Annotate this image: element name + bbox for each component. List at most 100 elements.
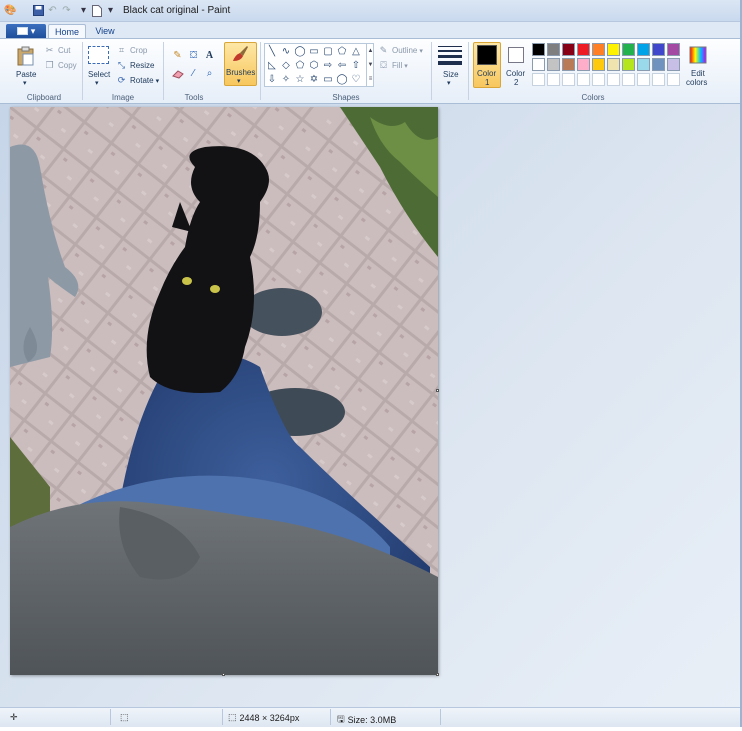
custom-color-slot[interactable]	[622, 73, 635, 86]
palette-swatch[interactable]	[607, 58, 620, 71]
size-icon[interactable]	[438, 44, 462, 66]
paint-menu-button[interactable]: ▾	[6, 24, 46, 38]
palette-swatch[interactable]	[622, 58, 635, 71]
crop-button[interactable]: ⌗ Crop	[116, 44, 147, 57]
dimensions-icon: ⬚	[228, 712, 237, 722]
custom-color-slot[interactable]	[637, 73, 650, 86]
outline-button[interactable]: ✎ Outline ▾	[378, 44, 423, 57]
down-arrow-shape-icon[interactable]: ⇩	[266, 73, 278, 85]
palette-swatch[interactable]	[652, 43, 665, 56]
colors-group-label: Colors	[581, 93, 605, 102]
four-point-star-shape-icon[interactable]: ✧	[280, 73, 292, 85]
cut-button[interactable]: ✂ Cut	[44, 44, 71, 57]
custom-color-slot[interactable]	[562, 73, 575, 86]
crop-icon: ⌗	[118, 45, 125, 55]
select-dropdown-icon[interactable]: ▾	[95, 79, 99, 87]
curve-shape-icon[interactable]: ∿	[280, 45, 292, 57]
pentagon-shape-icon[interactable]: ⬠	[294, 59, 306, 71]
custom-color-slot[interactable]	[577, 73, 590, 86]
custom-color-slot[interactable]	[547, 73, 560, 86]
palette-swatch[interactable]	[637, 43, 650, 56]
magnifier-icon[interactable]: ⌕	[202, 66, 217, 81]
image-canvas[interactable]	[10, 107, 438, 675]
palette-swatch[interactable]	[547, 43, 560, 56]
palette-swatch[interactable]	[562, 58, 575, 71]
redo-icon[interactable]: ↷	[60, 4, 73, 17]
custom-color-slot[interactable]	[592, 73, 605, 86]
paint-app-icon[interactable]: 🎨	[4, 4, 17, 17]
rectangle-shape-icon[interactable]: ▭	[308, 45, 320, 57]
clipboard-group-label: Clipboard	[26, 93, 62, 102]
fill-dropdown-icon: ▾	[404, 62, 408, 70]
palette-swatch[interactable]	[652, 58, 665, 71]
oval-shape-icon[interactable]: ◯	[294, 45, 306, 57]
palette-swatch[interactable]	[667, 58, 680, 71]
color-picker-icon[interactable]: ⁄	[186, 66, 201, 81]
palette-swatch[interactable]	[532, 43, 545, 56]
customize-quick-access-icon[interactable]: ▾	[77, 4, 90, 17]
quick-access-dropdown-icon[interactable]: ▾	[104, 4, 117, 17]
palette-swatch[interactable]	[622, 43, 635, 56]
select-icon[interactable]	[88, 46, 109, 64]
paste-dropdown-icon[interactable]: ▾	[23, 79, 27, 87]
fill-bucket-icon[interactable]: ⛋	[186, 48, 201, 63]
save-icon[interactable]	[32, 4, 45, 17]
new-file-icon[interactable]	[90, 4, 103, 17]
right-triangle-shape-icon[interactable]: ◺	[266, 59, 278, 71]
size-dropdown-icon[interactable]: ▾	[447, 79, 451, 87]
custom-color-slot[interactable]	[532, 73, 545, 86]
palette-swatch[interactable]	[577, 43, 590, 56]
palette-swatch[interactable]	[592, 43, 605, 56]
edit-colors-button[interactable]: Edit	[691, 69, 705, 78]
select-button[interactable]: Select	[88, 70, 110, 79]
rotate-button[interactable]: ⟳ Rotate ▾	[116, 74, 159, 87]
triangle-shape-icon[interactable]: △	[350, 45, 362, 57]
heart-shape-icon[interactable]: ♡	[350, 73, 362, 85]
hexagon-shape-icon[interactable]: ⬡	[308, 59, 320, 71]
palette-swatch[interactable]	[562, 43, 575, 56]
paste-icon[interactable]	[16, 45, 36, 67]
five-point-star-shape-icon[interactable]: ☆	[294, 73, 306, 85]
copy-button[interactable]: ❐ Copy	[44, 59, 76, 72]
custom-color-slot[interactable]	[607, 73, 620, 86]
palette-swatch[interactable]	[532, 58, 545, 71]
eraser-icon[interactable]	[170, 66, 185, 81]
oval-callout-shape-icon[interactable]: ◯	[336, 73, 348, 85]
selection-size-icon: ⬚	[120, 712, 129, 722]
left-arrow-shape-icon[interactable]: ⇦	[336, 59, 348, 71]
tab-home[interactable]: Home	[48, 24, 86, 39]
shapes-group-label: Shapes	[332, 93, 360, 102]
resize-button[interactable]: ⤡ Resize	[116, 59, 155, 72]
right-arrow-shape-icon[interactable]: ⇨	[322, 59, 334, 71]
callout-shape-icon[interactable]: ▭	[322, 73, 334, 85]
custom-color-slot[interactable]	[667, 73, 680, 86]
up-arrow-shape-icon[interactable]: ⇧	[350, 59, 362, 71]
pencil-icon[interactable]: ✎	[170, 48, 185, 63]
diamond-shape-icon[interactable]: ◇	[280, 59, 292, 71]
line-shape-icon[interactable]: ╲	[266, 45, 278, 57]
status-separator	[440, 709, 441, 725]
resize-handle-right[interactable]	[436, 389, 439, 392]
text-tool-icon[interactable]: A	[202, 48, 217, 63]
palette-swatch[interactable]	[637, 58, 650, 71]
color-wheel-icon[interactable]	[688, 45, 708, 65]
palette-swatch[interactable]	[592, 58, 605, 71]
tab-view[interactable]: View	[88, 24, 122, 38]
rounded-rectangle-shape-icon[interactable]: ▢	[322, 45, 334, 57]
palette-swatch[interactable]	[607, 43, 620, 56]
resize-handle-bottom[interactable]	[222, 673, 225, 676]
resize-handle-corner[interactable]	[436, 673, 439, 676]
fill-button[interactable]: ⛋ Fill ▾	[378, 59, 408, 72]
palette-swatch[interactable]	[547, 58, 560, 71]
shapes-scroll[interactable]: ▲ ▼ ≡	[366, 44, 374, 86]
custom-color-slot[interactable]	[652, 73, 665, 86]
palette-swatch[interactable]	[577, 58, 590, 71]
undo-icon[interactable]: ↶	[46, 4, 59, 17]
paste-button[interactable]: Paste	[16, 70, 36, 79]
six-point-star-shape-icon[interactable]: ✡	[308, 73, 320, 85]
size-button[interactable]: Size	[443, 70, 459, 79]
color2-swatch[interactable]	[508, 47, 524, 63]
color2-label[interactable]: Color	[506, 69, 525, 78]
polygon-shape-icon[interactable]: ⬠	[336, 45, 348, 57]
palette-swatch[interactable]	[667, 43, 680, 56]
